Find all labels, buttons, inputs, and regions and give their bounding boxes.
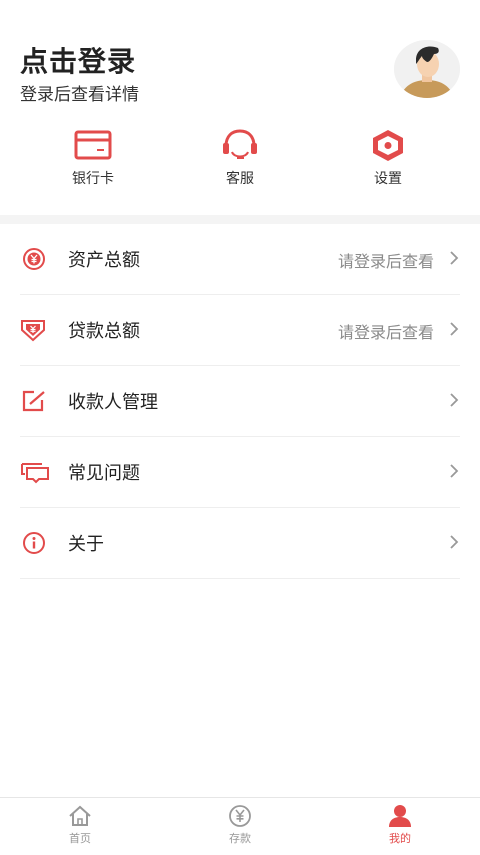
- menu-item-total-assets[interactable]: 资产总额 请登录后查看: [20, 224, 460, 295]
- menu-item-label: 常见问题: [68, 463, 140, 484]
- menu-list: 资产总额 请登录后查看 贷款总额 请登录后查看 收款人管理 常见问题 关于: [0, 224, 480, 579]
- menu-item-label: 资产总额: [68, 250, 140, 271]
- info-circle-icon: [20, 531, 50, 555]
- menu-item-about[interactable]: 关于: [20, 508, 460, 579]
- login-title[interactable]: 点击登录: [20, 40, 136, 80]
- profile-header: 点击登录 登录后查看详情 银行卡 客服 设置: [0, 0, 480, 215]
- quick-action-bank-card[interactable]: 银行卡: [38, 128, 148, 188]
- section-divider: [0, 215, 480, 224]
- chat-bubble-icon: [20, 460, 50, 484]
- menu-item-label: 收款人管理: [68, 392, 158, 413]
- chevron-right-icon: [448, 391, 460, 409]
- edit-square-icon: [20, 389, 50, 413]
- home-icon: [67, 804, 93, 828]
- avatar[interactable]: [394, 40, 460, 98]
- tab-deposit[interactable]: 存款: [200, 804, 280, 846]
- settings-hexagon-icon: [368, 128, 408, 162]
- chevron-right-icon: [448, 320, 460, 338]
- quick-action-label: 客服: [226, 171, 254, 187]
- tab-label: 首页: [69, 832, 91, 845]
- yuan-icon: [227, 804, 253, 828]
- menu-item-label: 关于: [68, 534, 104, 555]
- quick-action-customer-service[interactable]: 客服: [185, 128, 295, 188]
- menu-item-payee-management[interactable]: 收款人管理: [20, 366, 460, 437]
- menu-item-total-loans[interactable]: 贷款总额 请登录后查看: [20, 295, 460, 366]
- login-subtitle: 登录后查看详情: [20, 85, 139, 105]
- chevron-right-icon: [448, 462, 460, 480]
- menu-item-value: 请登录后查看: [337, 252, 434, 271]
- chevron-right-icon: [448, 533, 460, 551]
- tab-mine[interactable]: 我的: [360, 804, 440, 846]
- menu-item-value: 请登录后查看: [337, 323, 434, 342]
- tab-label: 存款: [229, 832, 251, 845]
- menu-item-faq[interactable]: 常见问题: [20, 437, 460, 508]
- headset-icon: [220, 128, 260, 162]
- tab-label: 我的: [389, 832, 411, 845]
- quick-action-settings[interactable]: 设置: [333, 128, 443, 188]
- yuan-circle-icon: [20, 247, 50, 271]
- user-icon: [387, 804, 413, 828]
- quick-action-label: 设置: [374, 171, 402, 187]
- tab-home[interactable]: 首页: [40, 804, 120, 846]
- bottom-tab-bar: 首页 存款 我的: [0, 797, 480, 855]
- loan-shield-icon: [20, 318, 50, 342]
- menu-item-label: 贷款总额: [68, 321, 140, 342]
- chevron-right-icon: [448, 249, 460, 267]
- bank-card-icon: [73, 128, 113, 162]
- quick-action-label: 银行卡: [72, 171, 114, 187]
